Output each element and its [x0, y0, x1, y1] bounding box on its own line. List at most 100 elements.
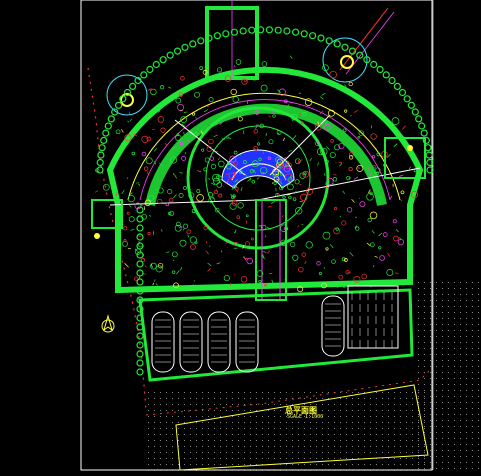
perimeter-tree [114, 101, 123, 109]
grid-dot [202, 422, 203, 423]
tree-symbol [194, 91, 200, 98]
grid-dot [196, 398, 197, 399]
grid-dot [250, 398, 251, 399]
grid-dot [352, 440, 353, 441]
grid-dot [352, 392, 353, 393]
grid-dot [472, 306, 473, 307]
grid-dot [328, 464, 329, 465]
grid-dot [166, 404, 167, 405]
grid-dot [430, 462, 431, 463]
grid-dot [382, 416, 383, 417]
grid-dot [418, 422, 419, 423]
grid-dot [466, 324, 467, 325]
grid-dot [190, 404, 191, 405]
grid-dot [370, 404, 371, 405]
tree-symbol [301, 252, 307, 257]
grid-dot [394, 392, 395, 393]
grid-dot [364, 440, 365, 441]
tree-symbol [413, 169, 417, 173]
grid-dot [442, 312, 443, 313]
grid-dot [436, 408, 437, 409]
grid-dot [166, 416, 167, 417]
grid-dot [346, 470, 347, 471]
grid-dot [250, 446, 251, 447]
grid-dot [376, 452, 377, 453]
tree-symbol [232, 194, 236, 198]
tree-symbol [235, 187, 239, 191]
parking-bay [207, 311, 231, 373]
grid-dot [226, 440, 227, 441]
tree-symbol [392, 219, 397, 224]
grid-dot [310, 440, 311, 441]
grid-dot [388, 434, 389, 435]
grid-dot [250, 410, 251, 411]
tree-symbol [172, 270, 176, 274]
grid-dot [166, 422, 167, 423]
grid-dot [424, 404, 425, 405]
grid-dot [400, 392, 401, 393]
grid-dot [292, 446, 293, 447]
grid-dot [328, 434, 329, 435]
grid-dot [436, 366, 437, 367]
tree-symbol [370, 133, 377, 140]
grid-dot [238, 404, 239, 405]
grid-dot [202, 470, 203, 471]
path-segment [174, 174, 177, 179]
grid-dot [430, 288, 431, 289]
grid-dot [214, 470, 215, 471]
tree-symbol [341, 220, 347, 226]
grid-dot [268, 428, 269, 429]
perimeter-tree [129, 82, 137, 91]
perimeter-tree [136, 233, 144, 241]
grid-dot [430, 318, 431, 319]
grid-dot [418, 452, 419, 453]
grid-dot [472, 420, 473, 421]
grid-dot [340, 446, 341, 447]
grid-dot [358, 452, 359, 453]
perimeter-tree [136, 359, 144, 367]
grid-dot [286, 440, 287, 441]
grid-dot [280, 398, 281, 399]
grid-dot [316, 428, 317, 429]
grid-dot [310, 458, 311, 459]
grid-dot [244, 470, 245, 471]
tree-symbol [232, 96, 239, 103]
grid-dot [316, 392, 317, 393]
grid-dot [346, 416, 347, 417]
tree-symbol [306, 187, 314, 195]
grid-dot [394, 440, 395, 441]
title-block-outline [175, 384, 429, 471]
perimeter-tree [98, 144, 106, 152]
grid-dot [304, 398, 305, 399]
grid-dot [292, 464, 293, 465]
grid-dot [220, 434, 221, 435]
grid-dot [430, 336, 431, 337]
grid-dot [322, 464, 323, 465]
grid-dot [226, 422, 227, 423]
grid-dot [274, 398, 275, 399]
grid-dot [466, 294, 467, 295]
grid-dot [148, 416, 149, 417]
grid-dot [478, 450, 479, 451]
grid-dot [184, 446, 185, 447]
perimeter-tree [411, 108, 419, 116]
path-segment [226, 247, 228, 249]
grid-dot [460, 408, 461, 409]
grid-dot [310, 470, 311, 471]
grid-dot [202, 392, 203, 393]
grid-dot [400, 440, 401, 441]
grid-dot [352, 470, 353, 471]
grid-dot [412, 428, 413, 429]
grid-dot [478, 420, 479, 421]
grid-dot [328, 458, 329, 459]
grid-dot [454, 450, 455, 451]
grid-dot [394, 410, 395, 411]
tree-symbol [393, 235, 399, 242]
grid-dot [178, 470, 179, 471]
path-segment [164, 142, 168, 146]
path-segment [309, 157, 312, 162]
tree-symbol [330, 139, 334, 143]
tree-symbol [218, 193, 223, 198]
grid-dot [454, 456, 455, 457]
grid-dot [322, 398, 323, 399]
